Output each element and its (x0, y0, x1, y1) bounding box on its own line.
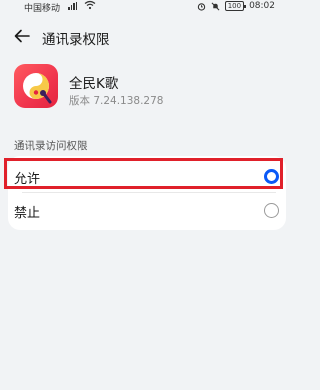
carrier-name: 中国移动 (24, 4, 61, 14)
app-icon (14, 64, 58, 108)
signal-icon (68, 2, 77, 10)
mute-bell-icon (211, 2, 220, 10)
page-header: 通讯录权限 (0, 22, 293, 50)
option-allow[interactable]: 允许 (8, 159, 286, 195)
back-arrow-icon[interactable] (12, 26, 32, 46)
wifi-icon (84, 0, 96, 10)
status-right: 100 08:02 (197, 1, 275, 11)
radio-unselected-icon[interactable] (264, 203, 279, 218)
option-label: 禁止 (14, 206, 41, 221)
section-label: 通讯录访问权限 (14, 140, 88, 152)
status-time: 08:02 (249, 1, 275, 11)
option-deny[interactable]: 禁止 (8, 193, 286, 229)
permission-options: 允许 禁止 (8, 156, 286, 230)
app-info: 全民K歌 版本 7.24.138.278 (14, 64, 284, 116)
app-version: 版本 7.24.138.278 (69, 95, 164, 107)
status-bar: 中国移动 100 08:02 (0, 0, 293, 14)
alarm-icon (197, 2, 205, 11)
page-title: 通讯录权限 (42, 32, 110, 48)
app-name: 全民K歌 (69, 76, 119, 92)
karaoke-logo-icon (23, 73, 52, 104)
option-label: 允许 (14, 172, 41, 187)
battery-indicator: 100 (224, 1, 247, 11)
radio-selected-icon[interactable] (264, 169, 279, 184)
